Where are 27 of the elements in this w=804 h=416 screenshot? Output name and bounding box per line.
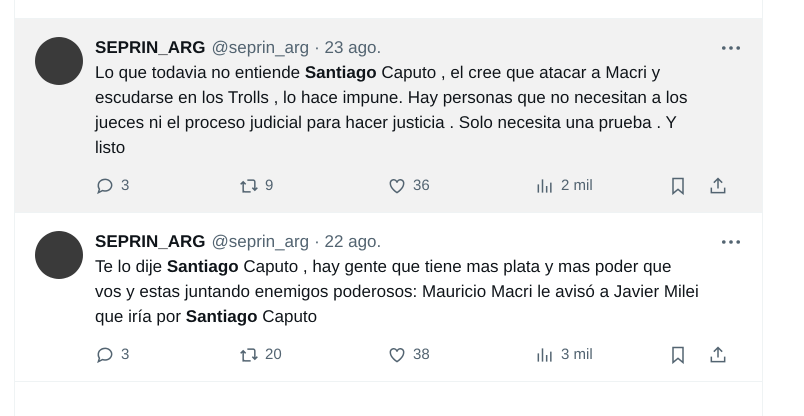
like-icon[interactable]: [387, 345, 407, 365]
tweet-text: Te lo dije Santiago Caputo , hay gente que tiene mas plata y mas poder que vos y estas juntando enemigos poderosos: Mauricio Macri le avisó a Javier Milei que iría por Santiago Caputo: [95, 256, 700, 328]
reply-count: 3: [121, 344, 130, 365]
author-name[interactable]: SEPRIN_ARG: [95, 229, 206, 255]
repost-count: 20: [265, 344, 282, 365]
reply-icon[interactable]: [95, 345, 115, 365]
tweet-text: Lo que todavia no entiende Santiago Caputo , el cree que atacar a Macri y escudarse en los Trolls , lo hace impune. Hay personas que no necesitan a los jueces ni el proceso judicial para hacer justicia . Solo necesita una prueba . Y listo: [95, 62, 689, 159]
repost-count: 9: [265, 176, 274, 196]
reply-icon[interactable]: [95, 176, 115, 196]
author-handle[interactable]: @seprin_arg: [212, 229, 310, 255]
more-icon[interactable]: [722, 46, 740, 50]
views-count: 3 mil: [561, 344, 593, 365]
share-icon[interactable]: [708, 345, 728, 365]
like-icon[interactable]: [387, 176, 407, 196]
tweet-card[interactable]: [15, 19, 762, 213]
avatar[interactable]: [35, 231, 83, 279]
tweet-date[interactable]: · 23 ago.: [314, 35, 382, 61]
like-count: 36: [413, 176, 430, 196]
author-handle[interactable]: @seprin_arg: [212, 35, 310, 61]
avatar[interactable]: [35, 37, 83, 85]
share-icon[interactable]: [708, 176, 728, 196]
like-count: 38: [413, 344, 430, 365]
reply-count: 3: [121, 176, 130, 196]
views-count: 2 mil: [561, 176, 593, 196]
author-name[interactable]: SEPRIN_ARG: [95, 35, 206, 61]
more-icon[interactable]: [722, 240, 740, 244]
tweet-date[interactable]: · 22 ago.: [314, 229, 382, 255]
